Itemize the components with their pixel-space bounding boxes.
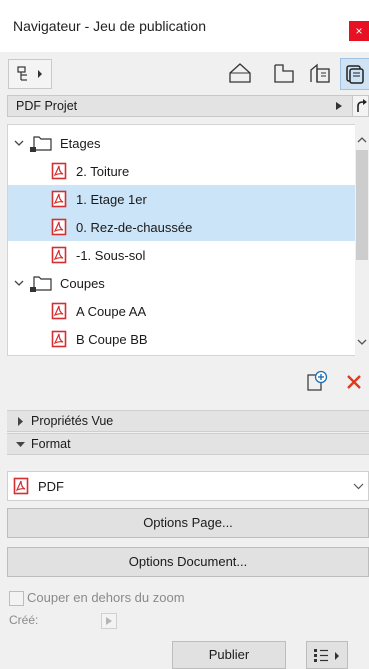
tree-item-label: Coupes — [60, 276, 105, 291]
tree-item-label: A Coupe AA — [76, 304, 147, 319]
tree-item-label: -1. Sous-sol — [76, 248, 146, 263]
tree-item-pdf[interactable]: A Coupe AA — [8, 297, 355, 325]
expand-arrow-icon[interactable] — [335, 101, 343, 111]
tree-item-label: Etages — [60, 136, 101, 151]
list-options-button[interactable] — [306, 641, 348, 669]
section-format[interactable]: Format — [7, 433, 369, 455]
pdf-file-icon — [51, 330, 67, 348]
curved-arrow-icon — [357, 99, 367, 112]
tree-folder-etages[interactable]: Etages — [8, 129, 355, 157]
chevron-down-icon — [353, 483, 364, 490]
scroll-down-icon[interactable] — [357, 338, 367, 346]
tree-item-pdf[interactable]: 2. Toiture — [8, 157, 355, 185]
crop-zoom-label: Couper en dehors du zoom — [27, 590, 185, 605]
navigator-map-button[interactable] — [8, 59, 52, 89]
publisher-set-label: PDF Projet — [16, 99, 78, 113]
section-label: Format — [31, 437, 71, 451]
navigator-map-icon — [17, 66, 42, 81]
tree-item-pdf[interactable]: B Coupe BB — [8, 325, 355, 353]
tree-folder-coupes[interactable]: Coupes — [8, 269, 355, 297]
window-title: Navigateur - Jeu de publication — [13, 18, 207, 34]
chevron-down-icon[interactable] — [14, 279, 24, 287]
publish-arrow-button[interactable] — [352, 95, 369, 117]
section-icon[interactable] — [307, 61, 333, 85]
tree-item-label: 2. Toiture — [76, 164, 130, 179]
add-item-icon[interactable] — [305, 370, 329, 394]
scrollbar-thumb[interactable] — [356, 150, 368, 260]
list-options-icon — [314, 649, 339, 662]
layout-book-button[interactable] — [340, 58, 369, 90]
crop-zoom-checkbox[interactable] — [9, 591, 24, 606]
format-select[interactable]: PDF — [7, 471, 369, 501]
tree-item-pdf[interactable]: 0. Rez-de-chaussée — [8, 213, 355, 241]
created-browse-button[interactable] — [101, 613, 117, 629]
section-proprietes-vue[interactable]: Propriétés Vue — [7, 410, 369, 432]
house-outline-icon[interactable] — [227, 61, 253, 85]
format-selected-value: PDF — [38, 479, 64, 494]
created-label: Créé: — [9, 613, 39, 627]
chevron-right-icon — [106, 617, 112, 625]
tree-item-label: B Coupe BB — [76, 332, 148, 347]
layout-book-icon — [346, 65, 364, 84]
folder-icon — [30, 136, 52, 152]
options-document-button[interactable]: Options Document... — [7, 547, 369, 577]
chevron-down-icon[interactable] — [14, 139, 24, 147]
scroll-up-icon[interactable] — [357, 136, 367, 144]
tree-item-label: 1. Etage 1er — [76, 192, 147, 207]
chevron-right-icon — [18, 417, 23, 426]
tree-item-label: 0. Rez-de-chaussée — [76, 220, 193, 235]
publisher-set-header[interactable]: PDF Projet — [7, 95, 362, 117]
pdf-file-icon — [13, 477, 29, 495]
close-button[interactable]: × — [349, 21, 369, 41]
floorplan-icon[interactable] — [272, 61, 296, 85]
folder-icon — [30, 276, 52, 292]
delete-x-icon[interactable] — [345, 373, 363, 391]
pdf-file-icon — [51, 190, 67, 208]
publisher-tree: Etages 2. Toiture 1. Etage 1er 0. Rez-de… — [7, 124, 356, 356]
tree-item-pdf[interactable]: 1. Etage 1er — [8, 185, 355, 213]
pdf-file-icon — [51, 302, 67, 320]
section-label: Propriétés Vue — [31, 414, 114, 428]
options-page-button[interactable]: Options Page... — [7, 508, 369, 538]
pdf-file-icon — [51, 246, 67, 264]
pdf-file-icon — [51, 162, 67, 180]
tree-item-pdf[interactable]: -1. Sous-sol — [8, 241, 355, 269]
publish-button[interactable]: Publier — [172, 641, 286, 669]
pdf-file-icon — [51, 218, 67, 236]
chevron-down-icon — [16, 442, 25, 447]
